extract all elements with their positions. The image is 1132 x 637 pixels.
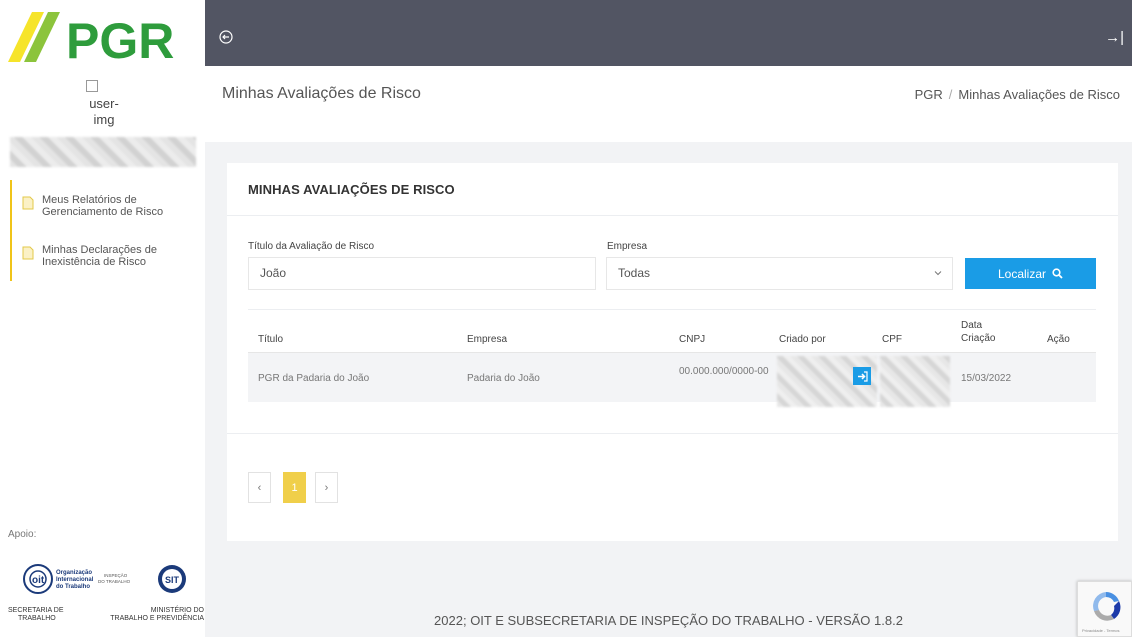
- localizar-label: Localizar: [997, 266, 1047, 281]
- user-avatar[interactable]: user-img: [84, 80, 124, 128]
- breadcrumb-root[interactable]: PGR: [915, 87, 943, 102]
- empresa-label: Empresa: [607, 241, 648, 252]
- pagination-page-1[interactable]: 1: [283, 472, 306, 503]
- sidebar-item-relatorios[interactable]: Meus Relatórios de Gerenciamento de Risc…: [22, 194, 167, 218]
- pagination-next[interactable]: ›: [315, 472, 338, 503]
- sidebar-item-declaracoes[interactable]: Minhas Declarações de Inexistência de Ri…: [22, 244, 167, 268]
- footer: 2022; OIT E SUBSECRETARIA DE INSPEÇÃO DO…: [434, 613, 903, 628]
- open-avaliacao-button[interactable]: [853, 367, 871, 385]
- ministerio-logos: SECRETARIA DE TRABALHO MINISTÉRIO DO TRA…: [8, 607, 204, 623]
- cell-titulo: PGR da Padaria do João: [258, 373, 370, 384]
- file-icon: [22, 196, 34, 210]
- secretaria-line-1: SECRETARIA DE: [8, 607, 64, 614]
- sidebar-item-label: Meus Relatórios de Gerenciamento de Risc…: [42, 194, 164, 218]
- th-data-criacao: Data Criação: [961, 320, 996, 344]
- recaptcha-icon: [1093, 592, 1121, 621]
- partners-logos: oit Organização Internacional do Trabalh…: [23, 564, 186, 594]
- search-icon: [1052, 268, 1063, 279]
- page-header: Minhas Avaliações de Risco PGR / Minhas Av…: [205, 66, 1132, 142]
- cell-data: 15/03/2022: [961, 373, 1012, 384]
- user-img-alt: user-img: [89, 96, 119, 127]
- card-title: MINHAS AVALIAÇÕES DE RISCO: [248, 182, 455, 197]
- table-row: PGR da Padaria do João Padaria do João 0…: [248, 352, 1096, 402]
- apoio-label: Apoio:: [8, 529, 37, 540]
- oit-logo-icon: oit: [23, 564, 53, 594]
- menu-accent-line: [10, 180, 12, 281]
- svg-text:PGR: PGR: [66, 13, 174, 66]
- expand-icon[interactable]: →|: [1105, 29, 1124, 46]
- avaliacoes-card: MINHAS AVALIAÇÕES DE RISCO Título da Ava…: [227, 163, 1118, 541]
- breadcrumb-current: Minhas Avaliações de Risco: [958, 87, 1120, 102]
- th-criado-por: Criado por: [779, 334, 826, 345]
- divider: [227, 433, 1118, 434]
- page-title: Minhas Avaliações de Risco: [222, 85, 421, 102]
- svg-text:oit: oit: [32, 575, 45, 586]
- svg-text:Organização: Organização: [56, 570, 92, 576]
- sit-logo-icon: SIT: [158, 565, 186, 593]
- secretaria-line-2: TRABALHO: [18, 615, 56, 622]
- pagination-prev[interactable]: ‹: [248, 472, 271, 503]
- th-empresa: Empresa: [467, 334, 508, 345]
- cpf-redacted: [880, 356, 950, 407]
- svg-text:Internacional: Internacional: [56, 577, 94, 583]
- svg-text:DO TRABALHO: DO TRABALHO: [98, 579, 131, 584]
- th-cnpj: CNPJ: [679, 334, 706, 345]
- titulo-input[interactable]: João: [248, 257, 596, 290]
- svg-text:SIT: SIT: [165, 575, 180, 585]
- th-acao: Ação: [1047, 334, 1070, 345]
- svg-text:do Trabalho: do Trabalho: [56, 584, 90, 590]
- cell-cnpj: 00.000.000/0000-00: [679, 366, 769, 377]
- titulo-label: Título da Avaliação de Risco: [248, 241, 375, 252]
- recaptcha-text: Privacidade - Termos: [1082, 628, 1120, 633]
- breadcrumb: PGR / Minhas Avaliações de Risco: [915, 87, 1120, 102]
- sidebar-item-label: Minhas Declarações de Inexistência de Ri…: [42, 244, 157, 268]
- empresa-select[interactable]: Todas: [606, 257, 953, 290]
- pgr-logo[interactable]: PGR: [8, 8, 204, 66]
- file-icon: [22, 246, 34, 260]
- svg-text:INSPEÇÃO: INSPEÇÃO: [104, 572, 128, 578]
- topbar: →|: [205, 0, 1132, 66]
- empresa-selected: Todas: [618, 266, 651, 280]
- th-cpf: CPF: [882, 334, 902, 345]
- sidebar: PGR user-img Meus Relatórios de Gerencia…: [0, 0, 205, 637]
- divider: [248, 309, 1096, 310]
- collapse-sidebar-icon[interactable]: [219, 30, 233, 44]
- th-titulo: Título: [258, 334, 284, 345]
- broken-image-icon: [86, 80, 98, 92]
- recaptcha-badge[interactable]: Privacidade - Termos: [1077, 581, 1132, 637]
- ministerio-line-1: MINISTÉRIO DO: [150, 607, 204, 614]
- breadcrumb-separator: /: [948, 87, 953, 102]
- ministerio-line-2: TRABALHO E PREVIDÊNCIA: [110, 615, 204, 622]
- chevron-down-icon: [934, 271, 942, 276]
- user-name-redacted: [10, 137, 196, 167]
- localizar-button[interactable]: Localizar: [965, 258, 1096, 289]
- sign-in-icon: [857, 370, 868, 382]
- divider: [227, 215, 1118, 216]
- cell-empresa: Padaria do João: [467, 373, 540, 384]
